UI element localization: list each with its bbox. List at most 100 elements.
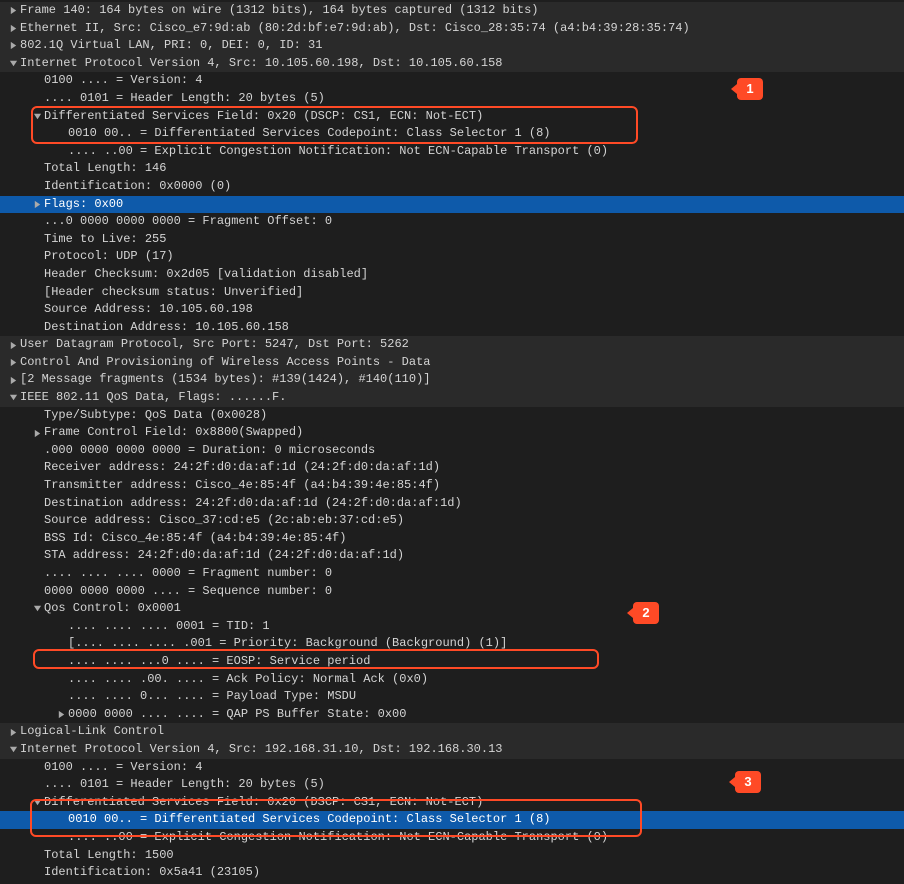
row-label: Time to Live: 255 <box>44 231 904 249</box>
row-label: Identification: 0x5a41 (23105) <box>44 864 904 882</box>
expand-arrow-icon[interactable] <box>6 24 20 33</box>
tree-row[interactable]: Header Checksum: 0x2d05 [validation disa… <box>0 266 904 284</box>
expand-arrow-icon[interactable] <box>6 6 20 15</box>
tree-row[interactable]: Qos Control: 0x0001 <box>0 600 904 618</box>
collapse-arrow-icon[interactable] <box>6 393 20 402</box>
tree-row[interactable]: User Datagram Protocol, Src Port: 5247, … <box>0 336 904 354</box>
tree-row[interactable]: IEEE 802.11 QoS Data, Flags: ......F. <box>0 389 904 407</box>
tree-row[interactable]: Transmitter address: Cisco_4e:85:4f (a4:… <box>0 477 904 495</box>
row-label: 0100 .... = Version: 4 <box>44 72 904 90</box>
tree-row[interactable]: Destination address: 24:2f:d0:da:af:1d (… <box>0 495 904 513</box>
row-label: Internet Protocol Version 4, Src: 192.16… <box>20 741 904 759</box>
row-label: 0100 .... = Version: 4 <box>44 759 904 777</box>
row-label: .... .... .... 0000 = Fragment number: 0 <box>44 565 904 583</box>
tree-row[interactable]: [2 Message fragments (1534 bytes): #139(… <box>0 371 904 389</box>
tree-row[interactable]: 0000 0000 0000 .... = Sequence number: 0 <box>0 583 904 601</box>
tree-row[interactable]: .000 0000 0000 0000 = Duration: 0 micros… <box>0 442 904 460</box>
row-label: Receiver address: 24:2f:d0:da:af:1d (24:… <box>44 459 904 477</box>
row-label: .... .... ...0 .... = EOSP: Service peri… <box>68 653 904 671</box>
tree-row[interactable]: Control And Provisioning of Wireless Acc… <box>0 354 904 372</box>
row-label: Total Length: 146 <box>44 160 904 178</box>
packet-tree[interactable]: Frame 140: 164 bytes on wire (1312 bits)… <box>0 0 904 884</box>
tree-row[interactable]: .... .... .... 0000 = Fragment number: 0 <box>0 565 904 583</box>
tree-row[interactable]: .... 0101 = Header Length: 20 bytes (5) <box>0 776 904 794</box>
tree-row[interactable]: .... .... 0... .... = Payload Type: MSDU <box>0 688 904 706</box>
tree-row[interactable]: Internet Protocol Version 4, Src: 192.16… <box>0 741 904 759</box>
tree-row[interactable]: Frame 140: 164 bytes on wire (1312 bits)… <box>0 2 904 20</box>
row-label: Transmitter address: Cisco_4e:85:4f (a4:… <box>44 477 904 495</box>
row-label: Differentiated Services Field: 0x20 (DSC… <box>44 794 904 812</box>
collapse-arrow-icon[interactable] <box>6 745 20 754</box>
tree-row[interactable]: 0010 00.. = Differentiated Services Code… <box>0 811 904 829</box>
expand-arrow-icon[interactable] <box>6 358 20 367</box>
expand-arrow-icon[interactable] <box>30 200 44 209</box>
callout-badge-3: 3 <box>735 771 761 793</box>
expand-arrow-icon[interactable] <box>54 710 68 719</box>
tree-row[interactable]: 0010 00.. = Differentiated Services Code… <box>0 125 904 143</box>
tree-row[interactable]: .... .... .... 0001 = TID: 1 <box>0 618 904 636</box>
expand-arrow-icon[interactable] <box>6 376 20 385</box>
tree-row[interactable]: Logical-Link Control <box>0 723 904 741</box>
expand-arrow-icon[interactable] <box>30 429 44 438</box>
tree-row[interactable]: .... ..00 = Explicit Congestion Notifica… <box>0 829 904 847</box>
expand-arrow-icon[interactable] <box>6 728 20 737</box>
row-label: Frame 140: 164 bytes on wire (1312 bits)… <box>20 2 904 20</box>
tree-row[interactable]: 0100 .... = Version: 4 <box>0 72 904 90</box>
tree-row[interactable]: Frame Control Field: 0x8800(Swapped) <box>0 424 904 442</box>
tree-row[interactable]: 802.1Q Virtual LAN, PRI: 0, DEI: 0, ID: … <box>0 37 904 55</box>
tree-row[interactable]: STA address: 24:2f:d0:da:af:1d (24:2f:d0… <box>0 547 904 565</box>
tree-row[interactable]: Differentiated Services Field: 0x20 (DSC… <box>0 794 904 812</box>
tree-row[interactable]: 0000 0000 .... .... = QAP PS Buffer Stat… <box>0 706 904 724</box>
row-label: [2 Message fragments (1534 bytes): #139(… <box>20 371 904 389</box>
row-label: STA address: 24:2f:d0:da:af:1d (24:2f:d0… <box>44 547 904 565</box>
tree-row[interactable]: ...0 0000 0000 0000 = Fragment Offset: 0 <box>0 213 904 231</box>
row-label: .... ..00 = Explicit Congestion Notifica… <box>68 829 904 847</box>
tree-row[interactable]: Identification: 0x0000 (0) <box>0 178 904 196</box>
row-label: 0000 0000 0000 .... = Sequence number: 0 <box>44 583 904 601</box>
tree-row[interactable]: Identification: 0x5a41 (23105) <box>0 864 904 882</box>
tree-row[interactable]: 0100 .... = Version: 4 <box>0 759 904 777</box>
row-label: .... 0101 = Header Length: 20 bytes (5) <box>44 90 904 108</box>
row-label: .... ..00 = Explicit Congestion Notifica… <box>68 143 904 161</box>
tree-row[interactable]: Internet Protocol Version 4, Src: 10.105… <box>0 55 904 73</box>
row-label: 0010 00.. = Differentiated Services Code… <box>68 811 904 829</box>
row-label: .000 0000 0000 0000 = Duration: 0 micros… <box>44 442 904 460</box>
row-label: Header Checksum: 0x2d05 [validation disa… <box>44 266 904 284</box>
tree-row[interactable]: Type/Subtype: QoS Data (0x0028) <box>0 407 904 425</box>
row-label: Total Length: 1500 <box>44 847 904 865</box>
row-label: .... .... .00. .... = Ack Policy: Normal… <box>68 671 904 689</box>
tree-row[interactable]: Flags: 0x00 <box>0 196 904 214</box>
collapse-arrow-icon[interactable] <box>30 112 44 121</box>
tree-row[interactable]: Ethernet II, Src: Cisco_e7:9d:ab (80:2d:… <box>0 20 904 38</box>
tree-row[interactable]: .... 0101 = Header Length: 20 bytes (5) <box>0 90 904 108</box>
tree-row[interactable]: Total Length: 1500 <box>0 847 904 865</box>
tree-row[interactable]: Total Length: 146 <box>0 160 904 178</box>
expand-arrow-icon[interactable] <box>6 341 20 350</box>
collapse-arrow-icon[interactable] <box>30 604 44 613</box>
collapse-arrow-icon[interactable] <box>6 59 20 68</box>
tree-row[interactable]: Source Address: 10.105.60.198 <box>0 301 904 319</box>
expand-arrow-icon[interactable] <box>6 41 20 50</box>
row-label: Flags: 0x00 <box>44 196 904 214</box>
tree-row[interactable]: .... ..00 = Explicit Congestion Notifica… <box>0 143 904 161</box>
tree-row[interactable]: [Header checksum status: Unverified] <box>0 284 904 302</box>
tree-row[interactable]: Differentiated Services Field: 0x20 (DSC… <box>0 108 904 126</box>
tree-row[interactable]: Destination Address: 10.105.60.158 <box>0 319 904 337</box>
row-label: .... .... 0... .... = Payload Type: MSDU <box>68 688 904 706</box>
row-label: BSS Id: Cisco_4e:85:4f (a4:b4:39:4e:85:4… <box>44 530 904 548</box>
row-label: Destination address: 24:2f:d0:da:af:1d (… <box>44 495 904 513</box>
tree-row[interactable]: .... .... ...0 .... = EOSP: Service peri… <box>0 653 904 671</box>
row-label: Logical-Link Control <box>20 723 904 741</box>
row-label: [.... .... .... .001 = Priority: Backgro… <box>68 635 904 653</box>
row-label: 0010 00.. = Differentiated Services Code… <box>68 125 904 143</box>
collapse-arrow-icon[interactable] <box>30 798 44 807</box>
tree-row[interactable]: Receiver address: 24:2f:d0:da:af:1d (24:… <box>0 459 904 477</box>
tree-row[interactable]: BSS Id: Cisco_4e:85:4f (a4:b4:39:4e:85:4… <box>0 530 904 548</box>
tree-row[interactable]: .... .... .00. .... = Ack Policy: Normal… <box>0 671 904 689</box>
tree-row[interactable]: Source address: Cisco_37:cd:e5 (2c:ab:eb… <box>0 512 904 530</box>
tree-row[interactable]: [.... .... .... .001 = Priority: Backgro… <box>0 635 904 653</box>
row-label: [Header checksum status: Unverified] <box>44 284 904 302</box>
callout-badge-1: 1 <box>737 78 763 100</box>
tree-row[interactable]: Protocol: UDP (17) <box>0 248 904 266</box>
tree-row[interactable]: Time to Live: 255 <box>0 231 904 249</box>
